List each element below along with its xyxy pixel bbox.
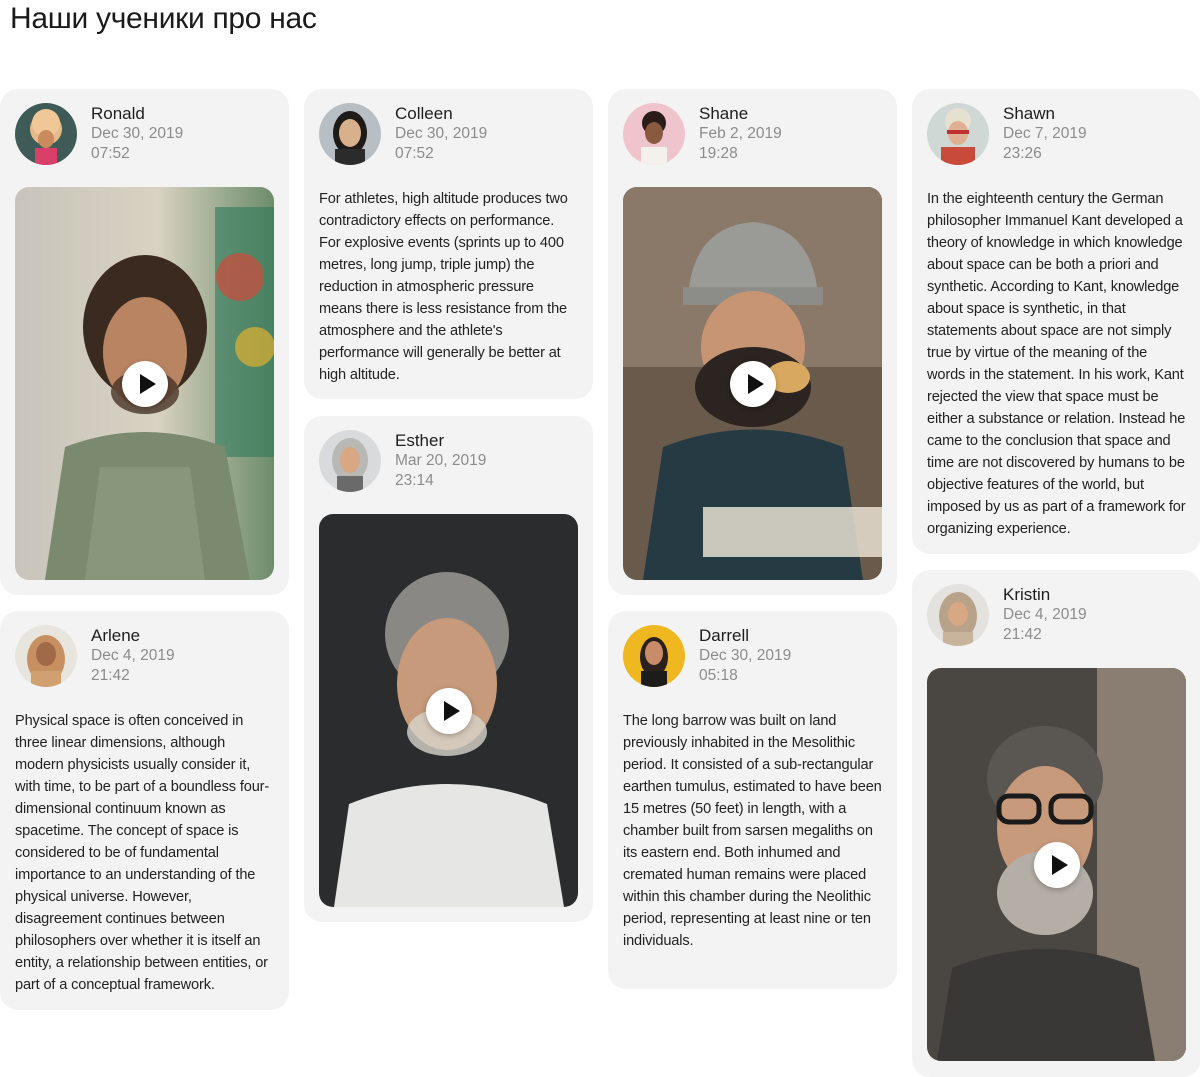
avatar [623, 625, 685, 687]
review-card-shawn: Shawn Dec 7, 2019 23:26 In the eighteent… [912, 89, 1200, 554]
avatar [927, 103, 989, 165]
review-author: Kristin Dec 4, 2019 21:42 [927, 584, 1186, 648]
review-time: 05:18 [699, 666, 738, 684]
review-time: 21:42 [91, 666, 130, 684]
review-date: Dec 4, 2019 [91, 647, 175, 664]
review-author: Shawn Dec 7, 2019 23:26 [927, 103, 1186, 167]
play-icon [443, 700, 460, 721]
review-time: 23:14 [395, 471, 434, 489]
review-time: 23:26 [1003, 144, 1042, 162]
review-text: The long barrow was built on land previo… [623, 713, 882, 949]
review-video[interactable] [319, 514, 578, 907]
play-button[interactable] [1033, 841, 1080, 888]
avatar [319, 430, 381, 492]
review-time: 19:28 [699, 144, 738, 162]
author-name: Darrell [699, 626, 750, 645]
author-name: Kristin [1003, 585, 1051, 604]
review-card-colleen: Colleen Dec 30, 2019 07:52 For athletes,… [304, 89, 593, 399]
review-card-darrell: Darrell Dec 30, 2019 05:18 The long barr… [608, 611, 897, 989]
review-author: Esther Mar 20, 2019 23:14 [319, 430, 578, 494]
review-author: Shane Feb 2, 2019 19:28 [623, 103, 882, 167]
play-button[interactable] [729, 360, 776, 407]
review-time: 21:42 [1003, 625, 1042, 643]
review-date: Dec 7, 2019 [1003, 125, 1087, 142]
avatar [927, 584, 989, 646]
page-title: Наши ученики про нас [10, 2, 317, 35]
review-date: Dec 30, 2019 [395, 125, 488, 142]
avatar [15, 625, 77, 687]
review-text: Physical space is often conceived in thr… [15, 713, 270, 993]
review-text: In the eighteenth century the German phi… [927, 191, 1186, 537]
review-card-shane: Shane Feb 2, 2019 19:28 [608, 89, 897, 595]
review-text: For athletes, high altitude produces two… [319, 191, 568, 383]
review-card-esther: Esther Mar 20, 2019 23:14 [304, 416, 593, 922]
play-icon [1051, 854, 1068, 875]
review-video[interactable] [623, 187, 882, 580]
play-button[interactable] [121, 360, 168, 407]
review-card-kristin: Kristin Dec 4, 2019 21:42 [912, 570, 1200, 1077]
review-author: Arlene Dec 4, 2019 21:42 [15, 625, 274, 689]
review-card-arlene: Arlene Dec 4, 2019 21:42 Physical space … [0, 611, 289, 1010]
review-date: Dec 30, 2019 [699, 647, 792, 664]
author-name: Arlene [91, 626, 141, 645]
review-time: 07:52 [395, 144, 434, 162]
author-name: Shawn [1003, 104, 1055, 123]
avatar [623, 103, 685, 165]
review-date: Dec 30, 2019 [91, 125, 184, 142]
review-video[interactable] [15, 187, 274, 580]
avatar [319, 103, 381, 165]
review-video[interactable] [927, 668, 1186, 1061]
avatar [15, 103, 77, 165]
author-name: Colleen [395, 104, 453, 123]
review-date: Feb 2, 2019 [699, 125, 782, 142]
author-name: Esther [395, 431, 445, 450]
review-date: Dec 4, 2019 [1003, 606, 1087, 623]
author-name: Ronald [91, 104, 145, 123]
play-button[interactable] [425, 687, 472, 734]
review-card-ronald: Ronald Dec 30, 2019 07:52 [0, 89, 289, 595]
review-author: Darrell Dec 30, 2019 05:18 [623, 625, 882, 689]
play-icon [139, 373, 156, 394]
review-date: Mar 20, 2019 [395, 452, 487, 469]
review-author: Colleen Dec 30, 2019 07:52 [319, 103, 578, 167]
play-icon [747, 373, 764, 394]
review-author: Ronald Dec 30, 2019 07:52 [15, 103, 274, 167]
author-name: Shane [699, 104, 749, 123]
review-time: 07:52 [91, 144, 130, 162]
